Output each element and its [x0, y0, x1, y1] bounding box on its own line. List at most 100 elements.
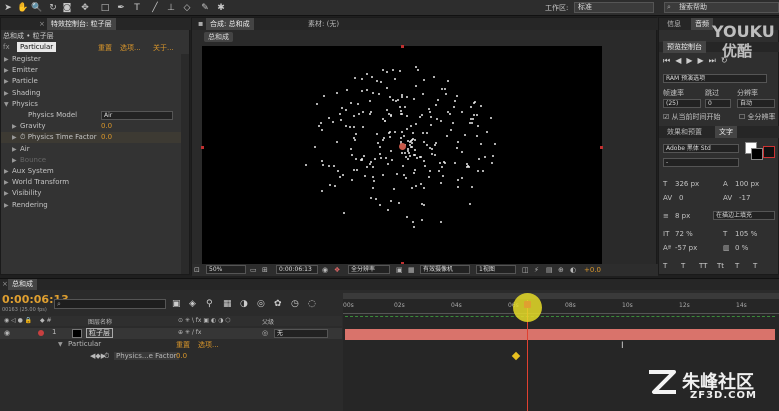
text-style-button[interactable]: T — [681, 262, 685, 270]
disclosure-triangle-icon[interactable]: ▶ — [12, 132, 20, 143]
disclosure-triangle-icon[interactable]: ▶ — [4, 200, 12, 211]
zoom-select[interactable]: 50% — [206, 265, 246, 274]
next-frame-icon[interactable]: ▶ — [698, 56, 709, 65]
tab-effects-presets[interactable]: 效果和预置 — [663, 126, 706, 138]
disclosure-triangle-icon[interactable]: ▶ — [12, 144, 20, 155]
effect-property-row[interactable]: ▶ Gravity 0.0 — [1, 121, 189, 132]
selection-tool-icon[interactable]: ➤ — [3, 3, 13, 13]
disclosure-triangle-icon[interactable]: ▶ — [4, 65, 12, 76]
video-toggle-icon[interactable]: ◉ — [4, 329, 10, 337]
keyframe-marker[interactable] — [511, 351, 521, 361]
full-screen-checkbox[interactable]: ☐ 全分辨率 — [739, 112, 776, 122]
snapshot-icon[interactable]: ◉ — [322, 266, 328, 274]
layer-row[interactable]: ◉ 1 粒子层 ⊕ ✳ / fx ◎ 无 — [0, 328, 342, 339]
puppet-tool-icon[interactable]: ✱ — [216, 3, 226, 13]
expand-triangle-icon[interactable]: ▼ — [58, 341, 63, 348]
stopwatch-icon[interactable]: ⏱ — [104, 352, 109, 361]
disclosure-triangle-icon[interactable]: ▼ — [4, 99, 12, 110]
text-style-button[interactable]: T — [663, 262, 667, 270]
disclosure-triangle-icon[interactable]: ▶ — [4, 188, 12, 199]
workspace-select[interactable]: 标准 — [574, 2, 654, 13]
parent-select[interactable]: 无 — [274, 329, 328, 338]
effect-options-link-tl[interactable]: 选项... — [198, 340, 219, 350]
tab-info[interactable]: 信息 — [663, 18, 685, 30]
stroke-mode-select[interactable]: 在描边上填充 — [713, 211, 775, 220]
region-of-interest-icon[interactable]: ▣ — [396, 266, 403, 274]
tracking-value[interactable]: -17 — [739, 194, 750, 202]
property-name[interactable]: Physics...e Factor — [114, 352, 179, 360]
help-search-input[interactable]: 搜索帮助 — [664, 2, 779, 13]
view-layout-select[interactable]: 1视图 — [476, 265, 516, 274]
safe-margins-icon[interactable]: ▭ — [250, 266, 257, 274]
lock-icon[interactable]: ▪ — [198, 19, 203, 28]
text-style-button[interactable]: Tt — [717, 262, 724, 270]
property-value[interactable]: 0.0 — [176, 352, 187, 360]
effect-property-row[interactable]: ▶ Air — [1, 144, 189, 155]
shy-layers-icon[interactable]: ⚲ — [206, 299, 213, 309]
timeline-icon[interactable]: ▤ — [546, 266, 553, 274]
text-style-button[interactable]: TT — [699, 262, 707, 270]
toggle-pixel-icon[interactable]: ◫ — [522, 266, 529, 274]
font-family-select[interactable]: Adobe 黑体 Std — [663, 144, 739, 153]
effect-property-row[interactable]: Physics Model Air — [1, 110, 189, 121]
effect-property-row[interactable]: ▶ Register — [1, 54, 189, 65]
layer-switches-icon[interactable]: ⊕ ✳ / fx — [178, 329, 201, 336]
effect-property-row[interactable]: ▶ Visibility — [1, 188, 189, 199]
grid-icon[interactable]: ⊞ — [262, 266, 268, 274]
viewer-timecode[interactable]: 0:00:06:13 — [276, 265, 318, 274]
panel-scrollbar[interactable] — [181, 54, 189, 274]
eraser-tool-icon[interactable]: ◇ — [182, 3, 192, 13]
disclosure-triangle-icon[interactable]: ▶ — [4, 76, 12, 87]
text-style-button[interactable]: T — [753, 262, 757, 270]
parent-header[interactable]: 父级 — [262, 317, 274, 326]
disclosure-triangle-icon[interactable]: ▶ — [4, 177, 12, 188]
effect-name-label[interactable]: Particular — [17, 42, 57, 52]
effect-about-link[interactable]: 关于... — [153, 43, 174, 53]
time-ruler[interactable]: 00s02s04s06s08s10s12s14s — [343, 300, 779, 314]
effect-property-row[interactable]: ▶ ⏱ Physics Time Factor 0.0 — [1, 132, 189, 144]
flowchart-icon[interactable]: ⊕ — [558, 266, 564, 274]
layer-duration-bar[interactable] — [345, 329, 775, 340]
brush-tool-icon[interactable]: ╱ — [150, 3, 160, 13]
exposure-reset-icon[interactable]: ◐ — [570, 266, 576, 274]
from-current-checkbox[interactable]: ☑ 从当前时间开始 — [663, 112, 721, 122]
fast-preview-icon[interactable]: ⚡ — [534, 266, 539, 274]
work-area-bar[interactable] — [343, 293, 779, 299]
bounds-handle-left[interactable] — [201, 146, 204, 149]
vertical-scale-value[interactable]: 72 % — [675, 230, 693, 238]
effect-property-row[interactable]: ▶ World Transform — [1, 177, 189, 188]
tab-effect-controls[interactable]: 特效控制台: 粒子层 — [47, 18, 116, 30]
composition-canvas[interactable] — [202, 46, 602, 264]
roto-brush-icon[interactable]: ✎ — [200, 3, 210, 13]
tab-preview[interactable]: 预览控制台 — [663, 41, 706, 53]
effect-property-row[interactable]: ▶ Aux System — [1, 166, 189, 177]
pen-tool-icon[interactable]: ✒ — [116, 3, 126, 13]
resolution-select-ram[interactable]: 自动 — [737, 99, 775, 108]
effect-reset-link-tl[interactable]: 重置 — [176, 340, 190, 350]
play-icon[interactable]: ▶ — [686, 56, 697, 65]
draft-3d-icon[interactable]: ◈ — [189, 299, 196, 309]
rotate-tool-icon[interactable]: ↻ — [48, 3, 58, 13]
camera-tool-icon[interactable]: ◙ — [62, 3, 72, 13]
rectangle-tool-icon[interactable]: □ — [100, 3, 110, 13]
exposure-value[interactable]: +0.0 — [584, 266, 601, 274]
effect-property-row[interactable]: ▶ Shading — [1, 88, 189, 99]
effect-property-row[interactable]: ▶ Emitter — [1, 65, 189, 76]
disclosure-triangle-icon[interactable]: ▶ — [4, 88, 12, 99]
disclosure-triangle-icon[interactable]: ▶ — [12, 121, 20, 132]
render-icon[interactable]: ◌ — [308, 299, 316, 309]
disclosure-triangle-icon[interactable]: ▶ — [4, 166, 12, 177]
graph-editor-icon[interactable]: ✿ — [274, 299, 282, 309]
baseline-value[interactable]: -57 px — [675, 244, 697, 252]
resolution-select[interactable]: 全分辨率 — [348, 265, 390, 274]
effect-property-row[interactable]: ▶ Rendering — [1, 200, 189, 211]
camera-select[interactable]: 有效摄像机 — [420, 265, 470, 274]
effect-property-row[interactable]: ▶ Bounce — [1, 155, 189, 166]
effect-property-value[interactable]: 0.0 — [101, 121, 112, 132]
physics-model-select[interactable]: Air — [101, 111, 173, 120]
bounds-handle-right[interactable] — [600, 146, 603, 149]
frame-rate-select[interactable]: (25) — [663, 99, 701, 108]
effect-property-row[interactable]: ▶ Particle — [1, 76, 189, 87]
text-style-button[interactable]: T — [735, 262, 739, 270]
prev-frame-icon[interactable]: ◀ — [675, 56, 686, 65]
